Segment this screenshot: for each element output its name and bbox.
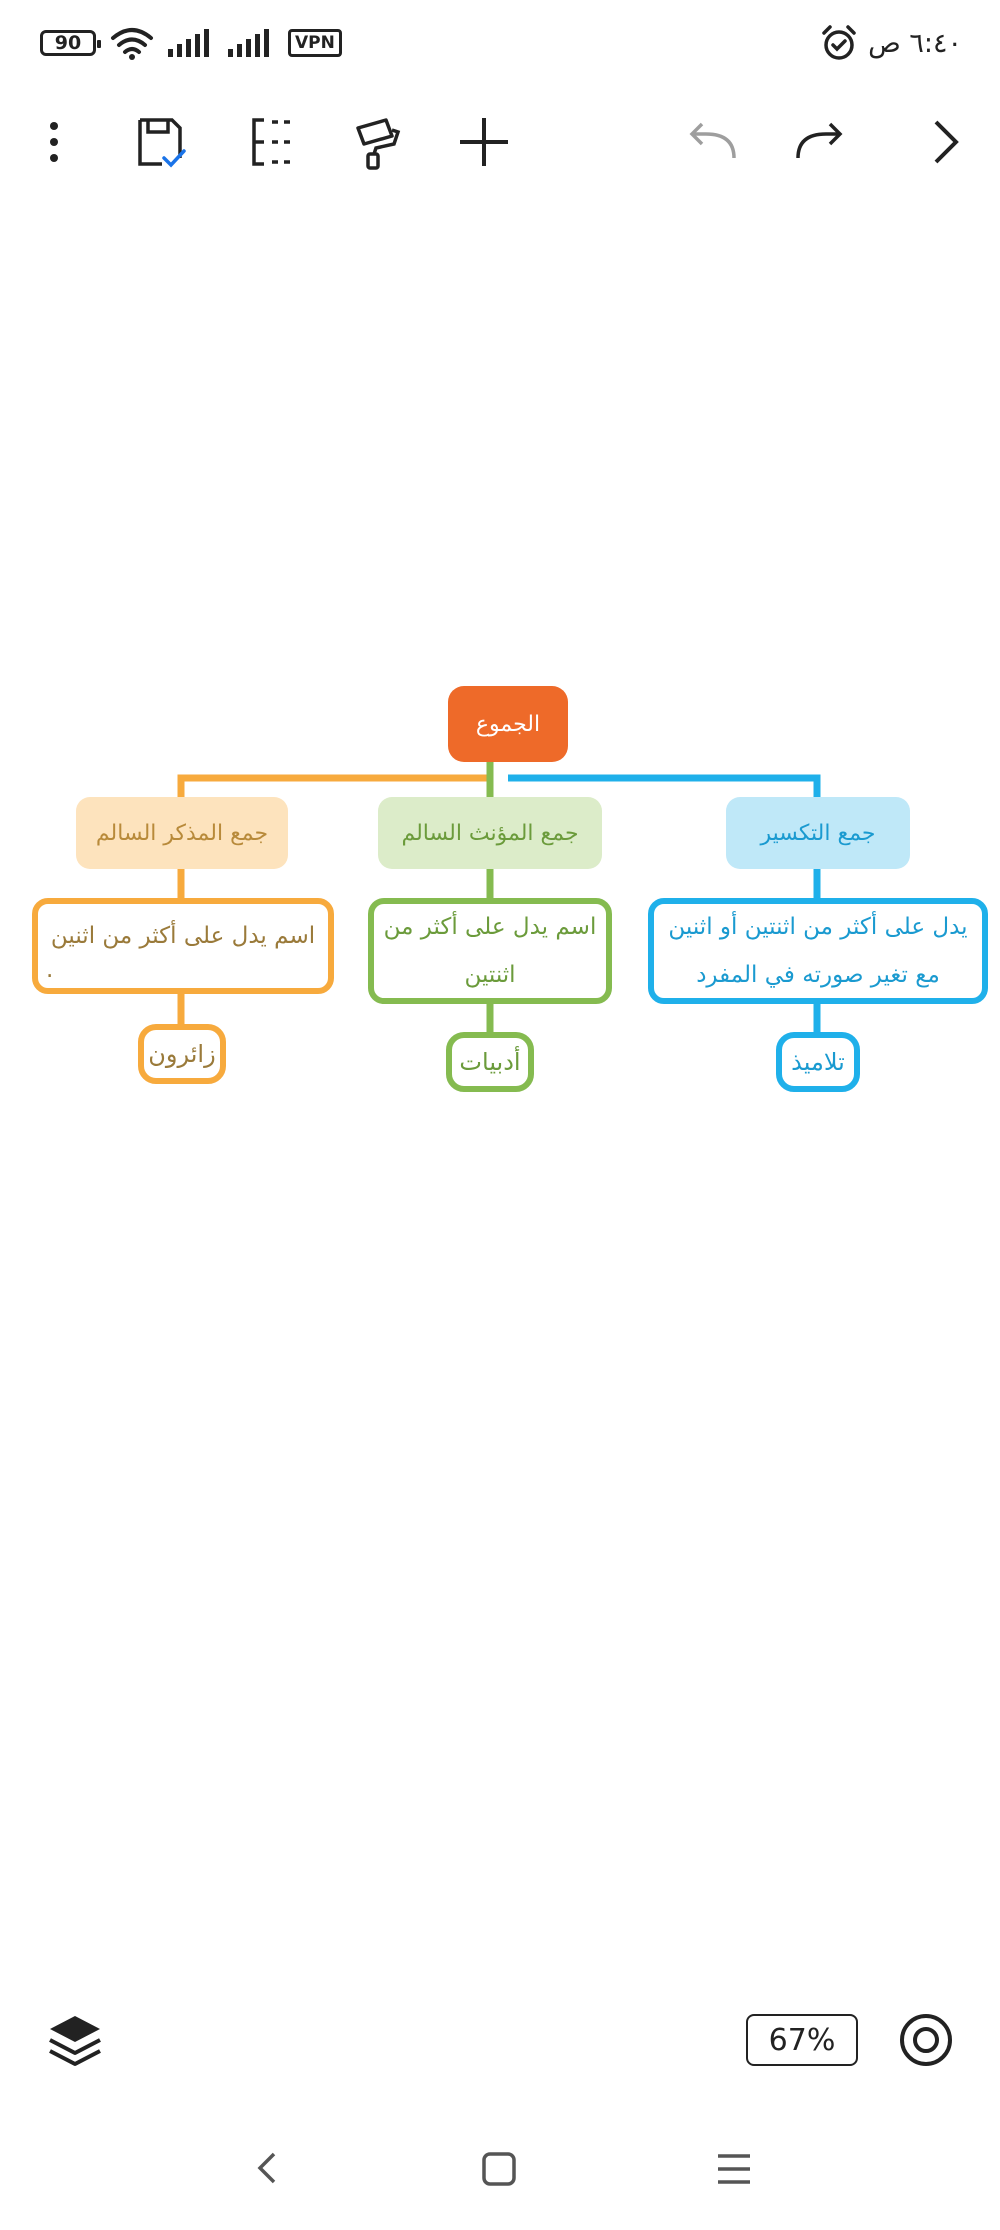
branch-title-label: جمع التكسير: [760, 820, 876, 846]
branch-title-sound-feminine-plural[interactable]: جمع المؤنث السالم: [378, 797, 602, 869]
root-label: الجموع: [475, 711, 541, 737]
description-line-1: اسم يدل على أكثر من اثنين: [50, 923, 316, 949]
branch-example-sound-feminine-plural[interactable]: أدبيات: [446, 1032, 534, 1092]
mindmap-root-node[interactable]: الجموع: [448, 686, 568, 762]
menu-icon[interactable]: [714, 2150, 754, 2188]
mindmap-connectors: [177, 762, 821, 1034]
description-line-2: اثنتين: [464, 962, 516, 988]
branch-example-sound-masculine-plural[interactable]: زائرون: [138, 1024, 226, 1084]
branch-description-sound-feminine-plural[interactable]: اسم يدل على أكثر من اثنتين: [368, 898, 612, 1004]
branch-title-label: جمع المذكر السالم: [95, 820, 269, 846]
layers-icon[interactable]: [44, 2010, 106, 2072]
example-label: أدبيات: [459, 1048, 521, 1076]
zoom-level-button[interactable]: 67%: [746, 2014, 858, 2066]
branch-description-sound-masculine-plural[interactable]: اسم يدل على أكثر من اثنين .: [32, 898, 334, 994]
description-line-2: مع تغير صورته في المفرد: [696, 962, 940, 988]
description-line-2: .: [46, 957, 54, 983]
branch-title-sound-masculine-plural[interactable]: جمع المذكر السالم: [76, 797, 288, 869]
description-line-1: اسم يدل على أكثر من: [383, 914, 597, 940]
back-icon[interactable]: [248, 2148, 288, 2188]
branch-title-broken-plural[interactable]: جمع التكسير: [726, 797, 910, 869]
zoom-level: 67%: [768, 2022, 836, 2058]
example-label: زائرون: [148, 1040, 216, 1068]
description-line-1: يدل على أكثر من اثنتين أو اثنين: [668, 914, 968, 940]
example-label: تلاميذ: [791, 1048, 845, 1076]
center-target-icon[interactable]: [898, 2012, 954, 2068]
branch-example-broken-plural[interactable]: تلاميذ: [776, 1032, 860, 1092]
home-icon[interactable]: [480, 2150, 518, 2188]
branch-title-label: جمع المؤنث السالم: [401, 820, 579, 846]
branch-description-broken-plural[interactable]: يدل على أكثر من اثنتين أو اثنين مع تغير …: [648, 898, 988, 1004]
